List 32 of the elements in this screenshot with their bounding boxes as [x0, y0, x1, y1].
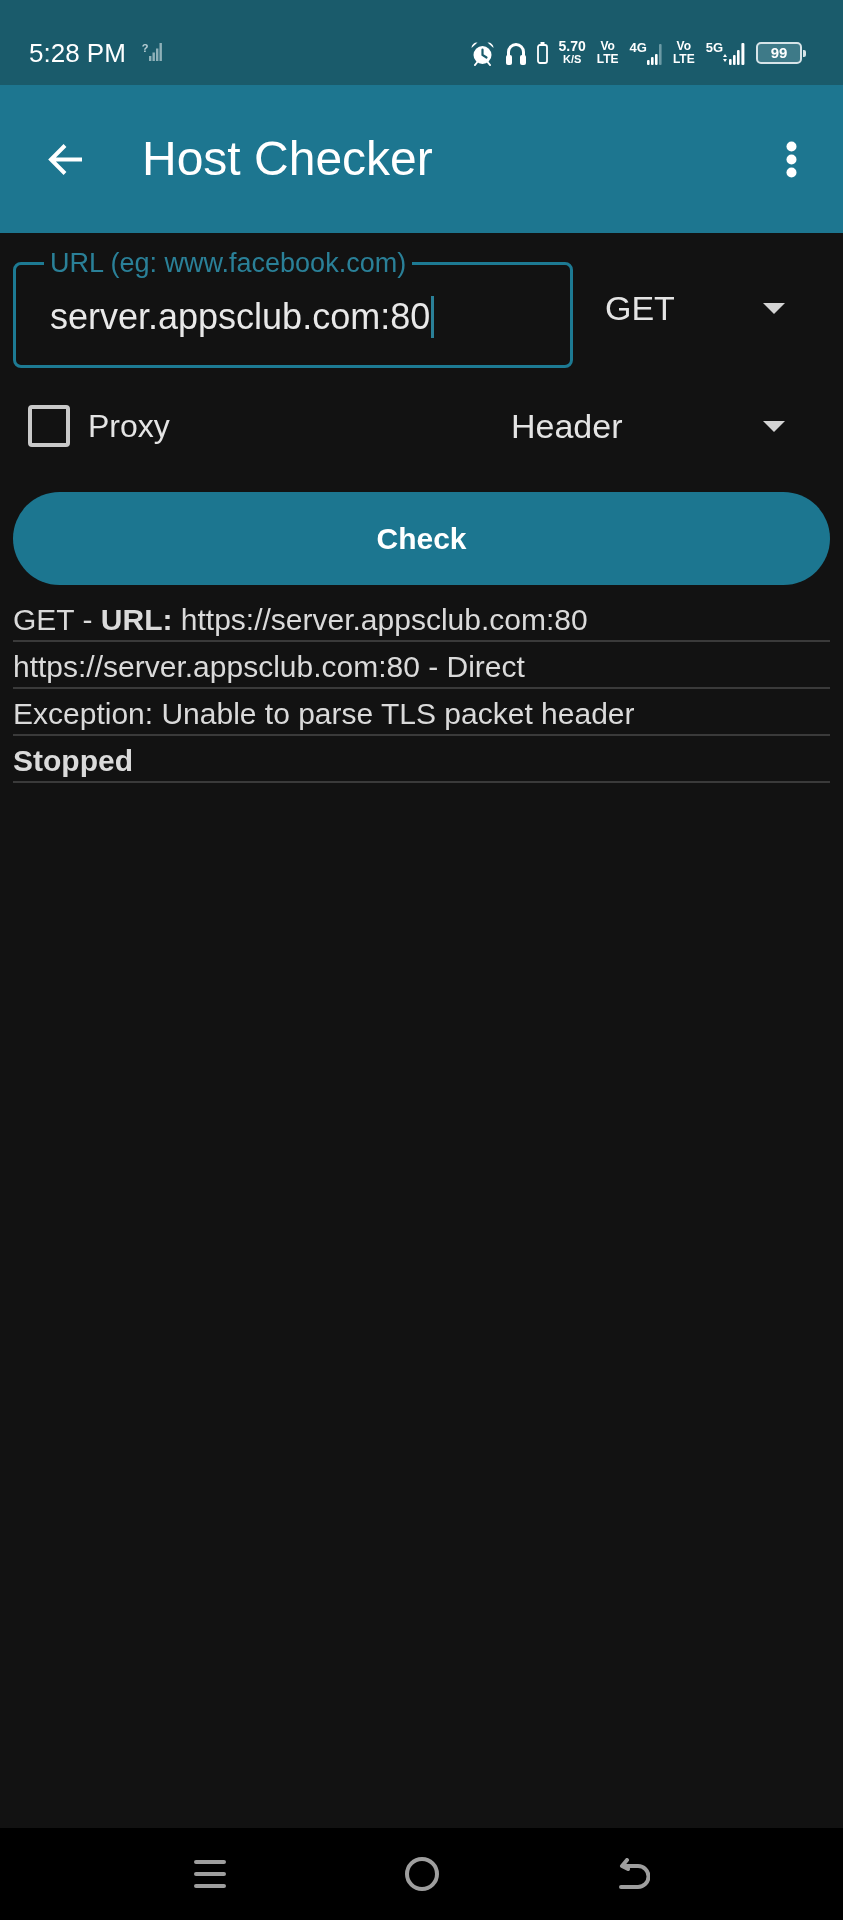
log-line: https://server.appsclub.com:80 - Direct: [13, 649, 526, 685]
menu-icon[interactable]: [193, 1860, 226, 1888]
headphones-icon: [505, 41, 526, 65]
data-signal-icon: [723, 43, 745, 65]
volte-label: Vo LTE: [672, 40, 695, 66]
screen-title: Host Checker: [142, 131, 433, 187]
battery-indicator: 99: [756, 42, 806, 64]
small-battery-icon: [536, 42, 548, 64]
status-time: 5:28 PM: [29, 38, 126, 68]
signal-bars-icon: [148, 43, 162, 61]
network-type-label: 5G: [705, 41, 723, 54]
more-options-icon[interactable]: [786, 140, 797, 178]
signal-bars-icon: [646, 43, 662, 65]
method-dropdown[interactable]: GET: [573, 260, 830, 368]
caret-icon: [763, 302, 785, 314]
home-circle-icon[interactable]: [404, 1857, 439, 1891]
caret-icon: [763, 420, 785, 432]
log-line: Exception: Unable to parse TLS packet header: [13, 696, 636, 732]
text-cursor-icon: [431, 296, 435, 338]
log-line: Stopped: [13, 743, 134, 779]
request-mode-dropdown[interactable]: Header: [480, 391, 830, 461]
network-type-label: 4G: [629, 41, 647, 54]
proxy-checkbox[interactable]: [28, 405, 70, 447]
sim-status-mark: ?: [141, 43, 149, 54]
alarm-clock-icon: [469, 40, 495, 66]
volte-label: Vo LTE: [596, 40, 619, 66]
check-button[interactable]: Check: [13, 492, 830, 585]
back-icon[interactable]: [617, 1858, 650, 1890]
field-label: URL (eg: www.facebook.com): [49, 247, 408, 279]
checkbox-label[interactable]: Proxy: [88, 406, 170, 446]
log-line: GET - URL: https://server.appsclub.com:80: [13, 602, 589, 638]
network-speed-text: 5.70 K/S: [558, 40, 586, 66]
